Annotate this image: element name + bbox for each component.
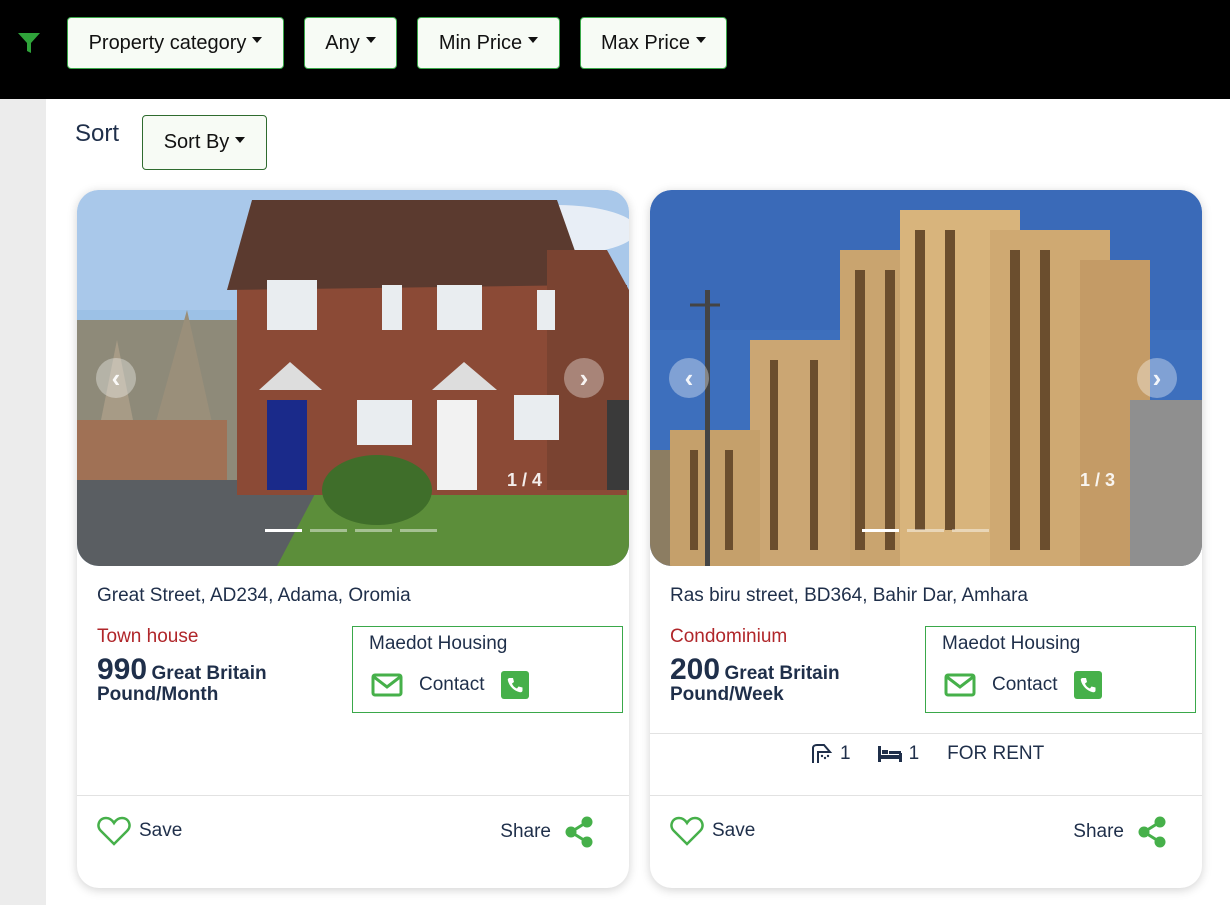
agent-box: Maedot Housing Contact — [352, 626, 623, 713]
listing-photo-house[interactable]: ‹ › 1 / 4 — [77, 190, 629, 566]
price-amount: 990 — [97, 653, 148, 686]
caret-down-icon — [252, 37, 263, 43]
caret-down-icon — [695, 37, 706, 43]
filter-bar: Property category Any Min Price Max Pric… — [0, 0, 1230, 99]
chevron-right-icon: › — [1152, 363, 1162, 393]
contact-link[interactable]: Contact — [992, 674, 1057, 696]
photo-counter: 1 / 3 — [1080, 470, 1116, 490]
min-price-dropdown[interactable]: Min Price — [417, 17, 560, 69]
carousel-dot[interactable] — [907, 529, 944, 532]
mail-icon[interactable] — [371, 673, 403, 697]
share-icon — [1138, 816, 1166, 848]
max-price-dropdown[interactable]: Max Price — [580, 17, 727, 69]
share-icon — [565, 816, 593, 848]
save-button[interactable]: Save — [97, 816, 182, 846]
card-divider — [650, 795, 1202, 796]
contact-link[interactable]: Contact — [419, 674, 484, 696]
chevron-right-icon: › — [579, 363, 589, 393]
carousel-dot[interactable] — [265, 529, 302, 532]
carousel-dot[interactable] — [952, 529, 989, 532]
bed-icon — [877, 746, 902, 762]
caret-down-icon — [235, 136, 246, 143]
property-category-dropdown[interactable]: Property category — [67, 17, 284, 69]
listing-price: 200 Great Britain Pound/Week — [670, 655, 910, 706]
price-amount: 200 — [670, 653, 721, 686]
shower-icon — [812, 744, 833, 763]
share-label: Share — [1073, 821, 1124, 842]
phone-icon[interactable] — [1074, 671, 1102, 699]
property-type: Condominium — [670, 626, 788, 647]
listing-card[interactable]: ‹ › 1 / 4 Great Street, AD234, Adama, Or… — [77, 190, 629, 888]
carousel-dot[interactable] — [862, 529, 899, 532]
mail-icon[interactable] — [944, 673, 976, 697]
prev-photo-button[interactable]: ‹ — [96, 358, 136, 398]
carousel-indicators — [265, 529, 437, 532]
save-label: Save — [712, 820, 756, 841]
any-dropdown[interactable]: Any — [304, 17, 397, 69]
any-label: Any — [325, 31, 360, 54]
save-label: Save — [139, 820, 183, 841]
prev-photo-button[interactable]: ‹ — [669, 358, 709, 398]
sort-label: Sort — [75, 120, 120, 147]
sort-by-dropdown[interactable]: Sort By — [142, 115, 267, 170]
heart-icon — [670, 816, 704, 846]
carousel-dot[interactable] — [400, 529, 437, 532]
carousel-indicators — [862, 529, 989, 532]
carousel-dot[interactable] — [310, 529, 347, 532]
filter-icon[interactable] — [16, 30, 42, 56]
listing-features: 1 1 FOR RENT — [810, 743, 1044, 765]
share-button[interactable]: Share — [1073, 816, 1166, 848]
listing-status: FOR RENT — [947, 743, 1045, 764]
agent-name: Maedot Housing — [942, 633, 1081, 654]
listing-address: Great Street, AD234, Adama, Oromia — [97, 585, 411, 606]
chevron-left-icon: ‹ — [684, 363, 694, 393]
bath-count: 1 — [840, 743, 851, 764]
caret-down-icon — [365, 37, 376, 43]
property-category-label: Property category — [88, 31, 247, 54]
chevron-left-icon: ‹ — [111, 363, 121, 393]
share-label: Share — [500, 821, 551, 842]
listing-card[interactable]: ‹ › 1 / 3 Ras biru street, BD364, Bahir … — [650, 190, 1202, 888]
sort-by-label: Sort By — [163, 131, 230, 153]
max-price-label: Max Price — [601, 31, 690, 54]
min-price-label: Min Price — [438, 31, 523, 54]
agent-box: Maedot Housing Contact — [925, 626, 1196, 713]
share-button[interactable]: Share — [500, 816, 593, 848]
save-button[interactable]: Save — [670, 816, 755, 846]
next-photo-button[interactable]: › — [1137, 358, 1177, 398]
bed-count: 1 — [908, 743, 920, 764]
agent-name: Maedot Housing — [369, 633, 508, 654]
listing-address: Ras biru street, BD364, Bahir Dar, Amhar… — [670, 585, 1028, 606]
card-divider — [650, 733, 1202, 734]
caret-down-icon — [528, 37, 539, 43]
listing-photo-condominium[interactable]: ‹ › 1 / 3 — [650, 190, 1202, 566]
photo-counter: 1 / 4 — [507, 470, 543, 490]
next-photo-button[interactable]: › — [564, 358, 604, 398]
heart-icon — [97, 816, 131, 846]
left-gutter — [0, 99, 46, 905]
carousel-dot[interactable] — [355, 529, 392, 532]
property-type: Town house — [97, 626, 199, 647]
phone-icon[interactable] — [501, 671, 529, 699]
card-divider — [77, 795, 629, 796]
listing-price: 990 Great Britain Pound/Month — [97, 655, 337, 706]
